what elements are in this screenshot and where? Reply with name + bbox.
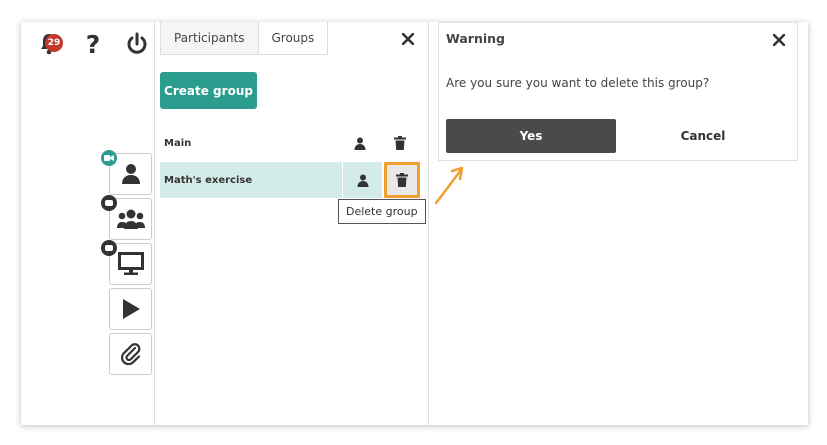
- dialog-message: Are you sure you want to delete this gro…: [446, 76, 710, 90]
- trash-icon: [394, 136, 406, 150]
- play-icon: [122, 299, 140, 319]
- notification-badge: 29: [45, 34, 63, 52]
- paperclip-icon: [120, 343, 140, 365]
- user-icon: [354, 137, 366, 150]
- participants-side-button[interactable]: [101, 150, 152, 195]
- help-button[interactable]: ?: [73, 29, 113, 59]
- groups-panel: Participants Groups Create group Main Ma…: [155, 22, 429, 425]
- user-icon: [121, 164, 140, 184]
- app-frame: 29 ? Participants Groups Create group Ma…: [21, 22, 808, 425]
- group-participants-button[interactable]: [340, 125, 380, 161]
- delete-group-tooltip: Delete group: [338, 199, 426, 224]
- group-row[interactable]: Main: [160, 125, 420, 161]
- close-icon: [401, 32, 415, 46]
- monitor-icon: [117, 252, 144, 275]
- camera-icon: [101, 150, 117, 166]
- group-row-selected[interactable]: Math's exercise: [160, 162, 420, 198]
- delete-group-button[interactable]: [380, 125, 420, 161]
- trash-icon: [396, 173, 408, 187]
- left-rail: 29 ?: [21, 22, 155, 425]
- user-icon: [357, 174, 368, 187]
- delete-group-button[interactable]: [384, 162, 420, 198]
- warning-dialog: Warning Are you sure you want to delete …: [438, 22, 798, 161]
- create-group-button[interactable]: Create group: [160, 72, 257, 109]
- attachments-side-button[interactable]: [109, 333, 152, 375]
- groups-side-button[interactable]: [101, 195, 152, 240]
- screen-share-side-button[interactable]: [101, 240, 152, 285]
- cancel-button[interactable]: Cancel: [639, 119, 767, 153]
- power-icon: [127, 32, 147, 54]
- power-button[interactable]: [117, 30, 157, 58]
- top-toolbar: 29 ?: [29, 29, 157, 59]
- group-name: Main: [164, 137, 192, 149]
- arrow-icon: [434, 166, 464, 205]
- panel-tabs: Participants Groups: [160, 22, 329, 55]
- dialog-title: Warning: [446, 31, 505, 46]
- yes-button[interactable]: Yes: [446, 119, 616, 153]
- help-icon: ?: [85, 29, 101, 59]
- users-icon: [116, 209, 145, 229]
- close-icon: [772, 33, 786, 47]
- dialog-close-button[interactable]: [772, 31, 786, 50]
- group-participants-button[interactable]: [342, 162, 382, 198]
- group-name: Math's exercise: [160, 162, 342, 198]
- camera-icon: [101, 195, 117, 211]
- panel-close-button[interactable]: [401, 30, 415, 49]
- notifications-button[interactable]: 29: [29, 30, 69, 58]
- play-side-button[interactable]: [109, 288, 152, 330]
- camera-icon: [101, 240, 117, 256]
- tab-groups[interactable]: Groups: [258, 22, 329, 55]
- tab-participants[interactable]: Participants: [160, 22, 259, 55]
